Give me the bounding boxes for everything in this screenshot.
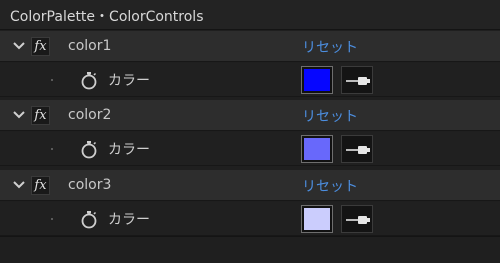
color-swatch[interactable] [301,66,333,94]
chevron-down-icon[interactable] [12,39,26,53]
swatch-fill [304,208,330,230]
eyedropper-icon [346,216,370,224]
eyedropper-icon [346,146,370,154]
tree-dot [51,79,53,81]
effect-name: color2 [68,107,112,123]
bottom-divider [0,236,500,237]
stopwatch-icon[interactable] [80,210,98,230]
eyedropper-button[interactable] [341,135,373,163]
fx-icon[interactable]: fx [31,37,50,56]
eyedropper-button[interactable] [341,205,373,233]
effect-row-color2[interactable]: fx color2 リセット [0,100,500,131]
param-row-color3: カラー [0,202,500,236]
chevron-down-icon[interactable] [12,108,26,122]
reset-button[interactable]: リセット [302,106,358,126]
effect-name: color1 [68,38,112,54]
eyedropper-icon [346,77,370,85]
effect-row-color1[interactable]: fx color1 リセット [0,31,500,62]
param-row-color2: カラー [0,132,500,166]
swatch-fill [304,69,330,91]
stopwatch-icon[interactable] [80,140,98,160]
tree-dot [51,218,53,220]
color-controls-panel: ColorPalette・ColorControls fx color1 リセッ… [0,0,500,263]
param-label: カラー [108,212,150,228]
effect-row-color3[interactable]: fx color3 リセット [0,170,500,201]
panel-title: ColorPalette・ColorControls [10,9,204,25]
eyedropper-button[interactable] [341,66,373,94]
param-label: カラー [108,142,150,158]
reset-button[interactable]: リセット [302,176,358,196]
swatch-fill [304,138,330,160]
chevron-down-icon[interactable] [12,178,26,192]
stopwatch-icon[interactable] [80,71,98,91]
fx-icon[interactable]: fx [31,176,50,195]
tree-dot [51,148,53,150]
param-row-color1: カラー [0,63,500,97]
effect-name: color3 [68,177,112,193]
color-swatch[interactable] [301,135,333,163]
reset-button[interactable]: リセット [302,37,358,57]
panel-header: ColorPalette・ColorControls [0,0,500,30]
color-swatch[interactable] [301,205,333,233]
fx-icon[interactable]: fx [31,106,50,125]
param-label: カラー [108,73,150,89]
